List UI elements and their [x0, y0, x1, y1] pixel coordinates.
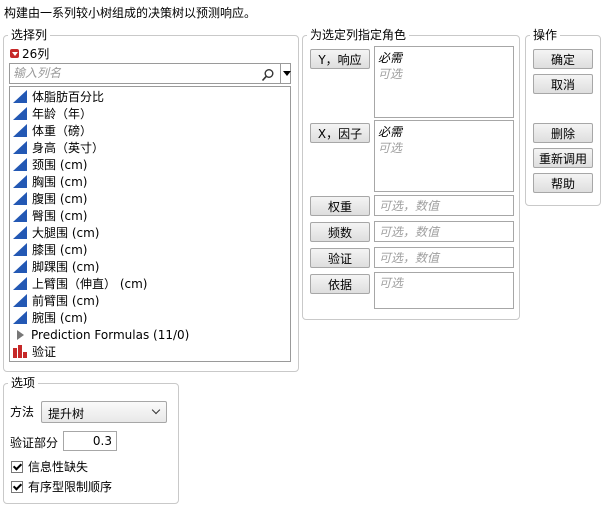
- column-label: 上臂围（伸直） (cm): [32, 277, 148, 291]
- weight-button[interactable]: 权重: [310, 196, 370, 216]
- column-label: 颈围 (cm): [32, 158, 88, 172]
- continuous-icon: [13, 175, 27, 188]
- weight-box[interactable]: 可选，数值: [374, 195, 514, 216]
- y-response-box[interactable]: 必需 可选: [374, 46, 514, 118]
- checkbox-checked-icon[interactable]: [11, 460, 23, 473]
- by-button[interactable]: 依据: [310, 274, 370, 294]
- column-group-prediction-formulas[interactable]: Prediction Formulas (11/0): [13, 326, 189, 343]
- column-label: 前臂围 (cm): [32, 294, 100, 308]
- x-factor-box[interactable]: 必需 可选: [374, 120, 514, 192]
- freq-box[interactable]: 可选，数值: [374, 221, 514, 242]
- continuous-icon: [13, 192, 27, 205]
- x-factor-button[interactable]: X，因子: [310, 123, 370, 143]
- column-item[interactable]: 年龄（年）: [13, 105, 92, 122]
- column-label: 胸围 (cm): [32, 175, 88, 189]
- continuous-icon: [13, 277, 27, 290]
- red-triangle-menu-icon[interactable]: [10, 49, 19, 58]
- continuous-icon: [13, 226, 27, 239]
- validation-portion-value: 0.3: [92, 434, 112, 448]
- column-label: 腕围 (cm): [32, 311, 88, 325]
- optional-numeric-hint: 可选，数值: [379, 199, 440, 213]
- required-hint: 必需: [378, 125, 403, 139]
- column-item[interactable]: 体脂肪百分比: [13, 88, 104, 105]
- column-search-input[interactable]: [13, 65, 253, 81]
- chevron-down-icon: [151, 405, 161, 415]
- continuous-icon: [13, 124, 27, 137]
- column-label: 大腿围 (cm): [32, 226, 100, 240]
- continuous-icon: [13, 243, 27, 256]
- checkbox-checked-icon[interactable]: [11, 480, 23, 493]
- validation-box[interactable]: 可选，数值: [374, 247, 514, 268]
- options-title: 选项: [11, 376, 36, 390]
- column-label: 身高（英寸）: [32, 141, 105, 155]
- recall-button[interactable]: 重新调用: [533, 148, 593, 168]
- continuous-icon: [13, 107, 27, 120]
- column-item[interactable]: 颈围 (cm): [13, 156, 87, 173]
- column-list[interactable]: 体脂肪百分比 年龄（年） 体重（磅） 身高（英寸） 颈围 (cm) 胸围 (cm…: [9, 86, 291, 362]
- column-item[interactable]: 大腿围 (cm): [13, 224, 99, 241]
- optional-hint: 可选: [378, 67, 403, 81]
- column-item[interactable]: 前臂围 (cm): [13, 292, 99, 309]
- column-label: 脚踝围 (cm): [32, 260, 100, 274]
- optional-numeric-hint: 可选，数值: [379, 225, 440, 239]
- column-item[interactable]: 膝围 (cm): [13, 241, 87, 258]
- column-item[interactable]: 身高（英寸）: [13, 139, 104, 156]
- ok-button[interactable]: 确定: [533, 49, 593, 69]
- continuous-icon: [13, 260, 27, 273]
- method-value: 提升树: [48, 407, 85, 421]
- continuous-icon: [13, 141, 27, 154]
- method-select[interactable]: 提升树: [41, 401, 167, 423]
- column-label: 验证: [32, 345, 57, 359]
- column-search-box[interactable]: [9, 63, 291, 84]
- ordinal-restrict-checkbox[interactable]: 有序型限制顺序: [11, 478, 112, 495]
- column-label: 体脂肪百分比: [32, 90, 105, 104]
- column-item[interactable]: 体重（磅）: [13, 122, 92, 139]
- column-label: 体重（磅）: [32, 124, 93, 138]
- column-item[interactable]: 腹围 (cm): [13, 190, 87, 207]
- continuous-icon: [13, 90, 27, 103]
- actions-title: 操作: [533, 28, 558, 42]
- column-item[interactable]: 臀围 (cm): [13, 207, 87, 224]
- nominal-bar-icon: [13, 345, 27, 358]
- validation-portion-label: 验证部分: [10, 436, 59, 450]
- column-label: 膝围 (cm): [32, 243, 88, 257]
- informative-missing-checkbox[interactable]: 信息性缺失: [11, 458, 88, 475]
- column-group-label: Prediction Formulas (11/0): [31, 327, 190, 342]
- help-button[interactable]: 帮助: [533, 173, 593, 193]
- optional-numeric-hint: 可选，数值: [379, 251, 440, 265]
- expand-group-icon[interactable]: [17, 329, 24, 340]
- search-options-dropdown-icon[interactable]: [280, 64, 292, 83]
- freq-button[interactable]: 频数: [310, 222, 370, 242]
- validation-button[interactable]: 验证: [310, 248, 370, 268]
- column-count-toggle[interactable]: 26列: [10, 45, 49, 62]
- select-columns-title: 选择列: [11, 28, 48, 42]
- validation-portion-input[interactable]: 0.3: [63, 431, 117, 451]
- by-box[interactable]: 可选: [374, 272, 514, 309]
- column-item[interactable]: 腕围 (cm): [13, 309, 87, 326]
- cancel-button[interactable]: 取消: [533, 74, 593, 94]
- column-label: 臀围 (cm): [32, 209, 88, 223]
- column-item[interactable]: 胸围 (cm): [13, 173, 87, 190]
- optional-hint: 可选: [379, 276, 404, 290]
- ordinal-restrict-label: 有序型限制顺序: [28, 480, 113, 494]
- column-item[interactable]: 脚踝围 (cm): [13, 258, 99, 275]
- y-response-button[interactable]: Y，响应: [310, 49, 370, 69]
- method-label: 方法: [10, 405, 35, 419]
- continuous-icon: [13, 158, 27, 171]
- column-count-label: 26列: [22, 47, 50, 61]
- informative-missing-label: 信息性缺失: [28, 460, 89, 474]
- column-label: 年龄（年）: [32, 107, 93, 121]
- column-label: 腹围 (cm): [32, 192, 88, 206]
- search-icon[interactable]: [261, 68, 275, 82]
- continuous-icon: [13, 209, 27, 222]
- column-item[interactable]: 上臂围（伸直） (cm): [13, 275, 147, 292]
- roles-title: 为选定列指定角色: [310, 28, 407, 42]
- remove-button[interactable]: 删除: [533, 123, 593, 143]
- required-hint: 必需: [378, 51, 403, 65]
- dialog-description: 构建由一系列较小树组成的决策树以预测响应。: [4, 6, 257, 20]
- continuous-icon: [13, 294, 27, 307]
- optional-hint: 可选: [378, 141, 403, 155]
- column-item[interactable]: 验证: [13, 343, 56, 360]
- continuous-icon: [13, 311, 27, 324]
